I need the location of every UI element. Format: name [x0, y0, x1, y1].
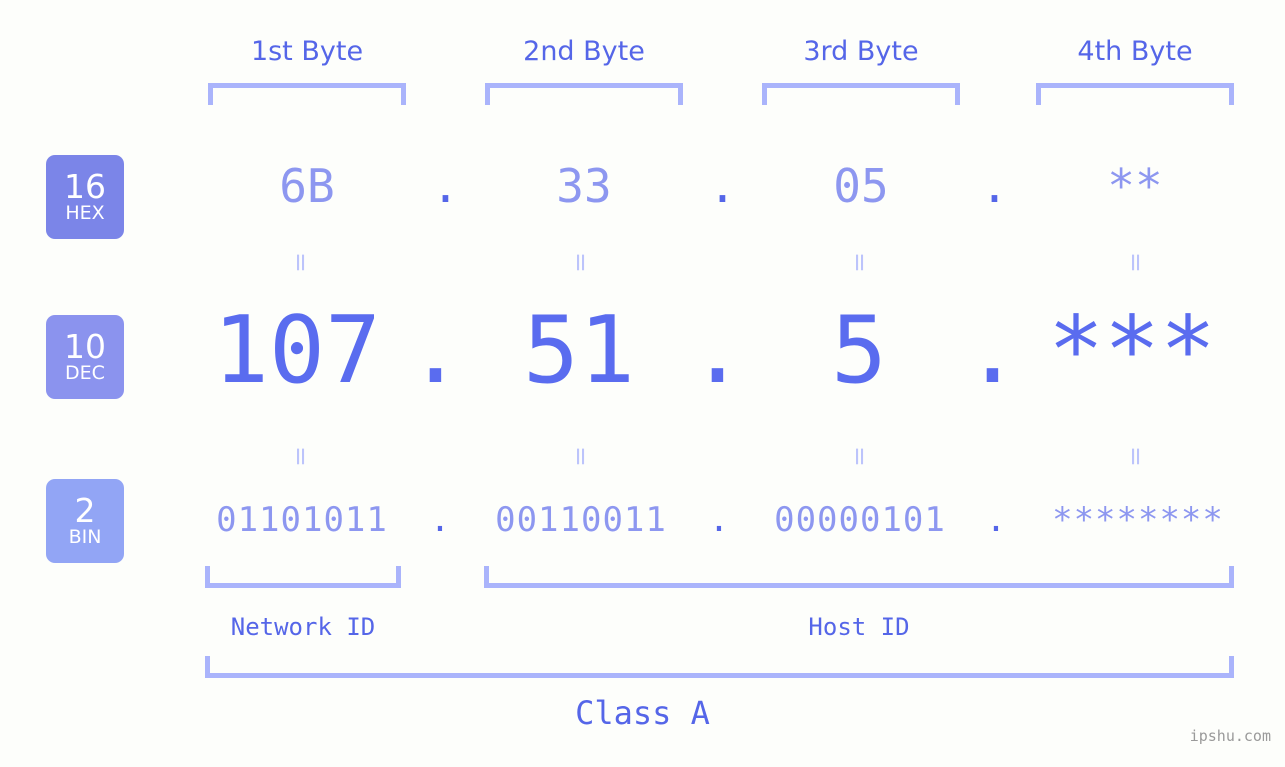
hex-byte-3: 05	[833, 159, 889, 213]
base-badge-bin-name: BIN	[68, 525, 102, 548]
base-badge-hex: 16 HEX	[46, 155, 124, 239]
equals-icon-hex-dec-3: =	[845, 252, 875, 273]
byte-bracket-top-2	[485, 83, 683, 105]
byte-header-4: 4th Byte	[1077, 36, 1193, 67]
byte-bracket-top-1	[208, 83, 406, 105]
bin-byte-2: 00110011	[495, 500, 667, 540]
bin-byte-4: ********	[1052, 500, 1224, 540]
bin-byte-3: 00000101	[774, 500, 946, 540]
class-label: Class A	[575, 694, 710, 732]
site-watermark: ipshu.com	[1189, 727, 1271, 745]
host-id-label: Host ID	[808, 613, 910, 641]
base-badge-bin: 2 BIN	[46, 479, 124, 563]
hex-separator-1: .	[431, 159, 460, 213]
bin-separator-1: .	[429, 500, 452, 540]
equals-icon-dec-bin-4: =	[1121, 446, 1151, 467]
byte-bracket-top-3	[762, 83, 960, 105]
class-bracket	[205, 656, 1234, 678]
hex-byte-1: 6B	[279, 159, 335, 213]
dec-separator-3: .	[964, 296, 1021, 404]
equals-icon-hex-dec-4: =	[1121, 252, 1151, 273]
hex-byte-2: 33	[556, 159, 612, 213]
bin-byte-1: 01101011	[216, 500, 388, 540]
equals-icon-hex-dec-2: =	[566, 252, 596, 273]
base-badge-bin-number: 2	[74, 490, 96, 530]
hex-byte-4: **	[1107, 159, 1163, 213]
bin-separator-2: .	[708, 500, 731, 540]
host-id-bracket	[484, 566, 1234, 588]
dec-byte-1: 107	[213, 296, 381, 404]
dec-separator-1: .	[407, 296, 464, 404]
dec-byte-2: 51	[523, 296, 635, 404]
base-badge-dec-number: 10	[64, 326, 106, 366]
hex-separator-3: .	[980, 159, 1009, 213]
hex-separator-2: .	[708, 159, 737, 213]
dec-separator-2: .	[689, 296, 746, 404]
network-id-label: Network ID	[230, 613, 376, 641]
equals-icon-hex-dec-1: =	[286, 252, 316, 273]
base-badge-hex-number: 16	[64, 166, 106, 206]
base-badge-dec-name: DEC	[65, 361, 105, 384]
equals-icon-dec-bin-2: =	[566, 446, 596, 467]
byte-header-3: 3rd Byte	[803, 36, 919, 67]
equals-icon-dec-bin-1: =	[286, 446, 316, 467]
network-id-bracket	[205, 566, 401, 588]
byte-header-1: 1st Byte	[250, 36, 364, 67]
byte-bracket-top-4	[1036, 83, 1234, 105]
dec-byte-3: 5	[831, 296, 887, 404]
byte-header-2: 2nd Byte	[523, 36, 645, 67]
bin-separator-3: .	[985, 500, 1008, 540]
dec-byte-4: ***	[1048, 296, 1216, 404]
base-badge-dec: 10 DEC	[46, 315, 124, 399]
ip-address-breakdown-diagram: 1st Byte 2nd Byte 3rd Byte 4th Byte 16 H…	[0, 0, 1285, 767]
base-badge-hex-name: HEX	[65, 201, 105, 224]
equals-icon-dec-bin-3: =	[845, 446, 875, 467]
